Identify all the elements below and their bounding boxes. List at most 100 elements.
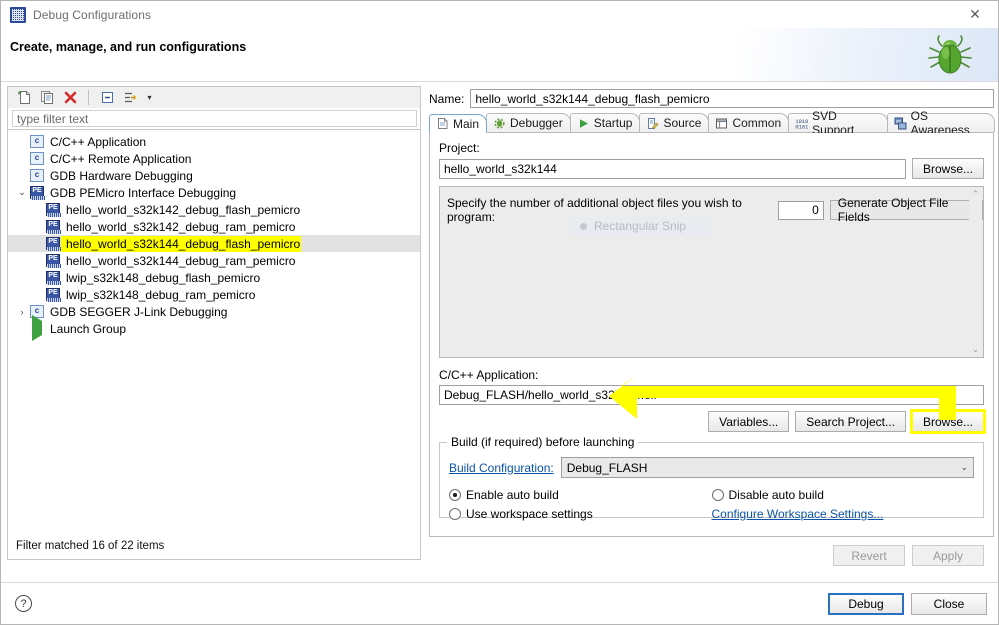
- copy-icon[interactable]: [37, 88, 57, 107]
- tree-item[interactable]: PE hello_world_s32k142_debug_ram_pemicro: [8, 218, 420, 235]
- title-bar: Debug Configurations ✕: [1, 1, 998, 28]
- use-workspace-settings-option[interactable]: Use workspace settings: [449, 507, 712, 521]
- tab-label: Main: [453, 116, 480, 131]
- tab-startup[interactable]: Startup: [569, 113, 641, 132]
- enable-auto-build-option[interactable]: Enable auto build: [449, 488, 712, 502]
- build-configuration-link[interactable]: Build Configuration:: [449, 461, 554, 475]
- radio-enable-auto-build[interactable]: [449, 488, 461, 501]
- debug-button[interactable]: Debug: [828, 593, 904, 615]
- ghost-label: Rectangular Snip: [594, 219, 687, 233]
- project-input[interactable]: hello_world_s32k144: [439, 158, 906, 179]
- c-doc-icon: c: [30, 168, 46, 184]
- tree-item[interactable]: c C/C++ Remote Application: [8, 150, 420, 167]
- editor-tabs: Main Debugger Startup Source Common 1010…: [429, 109, 995, 137]
- tree-item[interactable]: PE hello_world_s32k144_debug_ram_pemicro: [8, 252, 420, 269]
- disable-auto-build-label: Disable auto build: [728, 487, 824, 502]
- tree-item-label: hello_world_s32k142_debug_ram_pemicro: [66, 219, 296, 234]
- variables-button[interactable]: Variables...: [708, 411, 790, 432]
- radio-use-workspace-settings[interactable]: [449, 507, 461, 520]
- project-browse-button[interactable]: Browse...: [911, 158, 984, 179]
- filter-arrow-icon[interactable]: [120, 88, 140, 107]
- pe-icon: PE: [46, 202, 62, 218]
- svg-text:0101: 0101: [796, 124, 809, 130]
- object-files-scrollbar[interactable]: ⌃ ⌄: [969, 188, 982, 356]
- tab-source[interactable]: Source: [639, 113, 710, 132]
- configure-workspace-settings-link[interactable]: Configure Workspace Settings...: [712, 507, 884, 521]
- filter-placeholder: type filter text: [17, 111, 89, 126]
- tree-item[interactable]: PE hello_world_s32k142_debug_flash_pemicr…: [8, 201, 420, 218]
- build-configuration-row: Build Configuration: Debug_FLASH ⌄: [449, 457, 974, 478]
- red-x-icon[interactable]: [60, 88, 80, 107]
- radio-disable-auto-build[interactable]: [711, 488, 724, 501]
- filter-status: Filter matched 16 of 22 items: [16, 540, 165, 552]
- configurations-toolbar: ▾: [7, 86, 421, 108]
- dialog-footer: ? Debug Close: [1, 583, 998, 624]
- tree-item[interactable]: ⌄ PE GDB PEMicro Interface Debugging: [8, 184, 420, 201]
- chevron-right-icon[interactable]: ›: [14, 304, 30, 320]
- rectangular-snip-ghost-overlay: Rectangular Snip: [570, 217, 713, 235]
- ghost-dot-icon: [580, 222, 587, 230]
- tree-item[interactable]: c GDB Hardware Debugging: [8, 167, 420, 184]
- use-workspace-settings-label: Use workspace settings: [466, 506, 593, 521]
- scroll-up-icon[interactable]: ⌃: [972, 189, 980, 200]
- tree-item-label: C/C++ Application: [50, 134, 147, 149]
- tab-os-awareness[interactable]: 05 OS Awareness: [886, 109, 995, 137]
- tab-debugger[interactable]: Debugger: [486, 113, 571, 132]
- tab-svd-support[interactable]: 1010 0101 SVD Support: [788, 109, 888, 137]
- name-label: Name:: [429, 91, 465, 106]
- filter-row: type filter text: [7, 108, 421, 129]
- tree-item[interactable]: PE lwip_s32k148_debug_ram_pemicro: [8, 286, 420, 303]
- main-tab-panel: Project: hello_world_s32k144 Browse... S…: [429, 133, 994, 566]
- green-play-icon: [577, 117, 590, 130]
- configurations-tree[interactable]: c C/C++ Application c C/C++ Remote Applicat…: [7, 129, 421, 560]
- cpp-application-browse-button[interactable]: Browse...: [909, 409, 987, 434]
- new-page-icon[interactable]: [14, 88, 34, 107]
- debug-configurations-dialog: Debug Configurations ✕ Create, manage, a…: [0, 0, 999, 625]
- scroll-down-icon[interactable]: ⌄: [972, 344, 980, 355]
- tree-item[interactable]: Launch Group: [8, 314, 420, 341]
- chevron-down-icon[interactable]: ▾: [143, 88, 156, 107]
- disable-auto-build-option[interactable]: Disable auto build: [711, 487, 975, 502]
- chevron-down-icon[interactable]: ⌄: [14, 185, 30, 201]
- apply-button[interactable]: Apply: [912, 545, 984, 566]
- window-title: Debug Configurations: [33, 7, 152, 22]
- tree-item[interactable]: PE lwip_s32k148_debug_flash_pemicro: [8, 269, 420, 286]
- object-files-input[interactable]: 0: [778, 200, 824, 220]
- generate-object-file-fields-button[interactable]: Generate Object File Fields: [829, 196, 984, 224]
- tree-item[interactable]: c C/C++ Application: [8, 133, 420, 150]
- tab-main[interactable]: Main: [429, 114, 488, 133]
- search-project-button[interactable]: Search Project...: [795, 411, 906, 432]
- build-configuration-select[interactable]: Debug_FLASH ⌄: [560, 457, 974, 478]
- tab-common[interactable]: Common: [708, 113, 790, 132]
- tree-item-label: hello_world_s32k142_debug_flash_pemicro: [66, 202, 301, 217]
- project-row: hello_world_s32k144 Browse...: [439, 158, 984, 179]
- collapse-all-icon[interactable]: [97, 88, 117, 107]
- cpp-application-input[interactable]: Debug_FLASH/hello_world_s32k144.elf: [439, 385, 984, 405]
- dialog-banner: Create, manage, and run configurations: [1, 28, 998, 82]
- green-play-icon: [30, 314, 46, 341]
- close-button[interactable]: Close: [911, 593, 987, 615]
- banner-divider: [1, 81, 998, 82]
- tree-item-label: Launch Group: [50, 321, 127, 336]
- tree-item-label: hello_world_s32k144_debug_flash_pemicro: [62, 236, 301, 251]
- cpp-application-buttons: Variables... Search Project... Browse...: [439, 409, 987, 434]
- name-row: Name: hello_world_s32k144_debug_flash_pe…: [429, 89, 994, 108]
- enable-auto-build-label: Enable auto build: [466, 487, 559, 502]
- binary-icon: 1010 0101: [795, 117, 809, 130]
- build-configuration-value: Debug_FLASH: [566, 460, 648, 475]
- name-input[interactable]: hello_world_s32k144_debug_flash_pemicro: [470, 89, 994, 108]
- help-icon[interactable]: ?: [15, 595, 32, 612]
- close-icon[interactable]: ✕: [952, 1, 998, 28]
- search-input[interactable]: type filter text: [12, 110, 417, 127]
- build-group-title: Build (if required) before launching: [447, 435, 639, 449]
- cpp-application-label: C/C++ Application:: [439, 368, 539, 382]
- tree-item-label: lwip_s32k148_debug_ram_pemicro: [66, 287, 256, 302]
- banner-title: Create, manage, and run configurations: [10, 40, 247, 54]
- revert-button[interactable]: Revert: [833, 545, 905, 566]
- project-label: Project:: [439, 141, 480, 155]
- tree-item[interactable]: › c GDB SEGGER J-Link Debugging: [8, 303, 420, 320]
- source-pencil-icon: [646, 117, 659, 130]
- pe-icon: PE: [46, 253, 62, 269]
- tree-item[interactable]: PE hello_world_s32k144_debug_flash_pemicr…: [8, 235, 420, 252]
- tab-label: Startup: [593, 116, 633, 130]
